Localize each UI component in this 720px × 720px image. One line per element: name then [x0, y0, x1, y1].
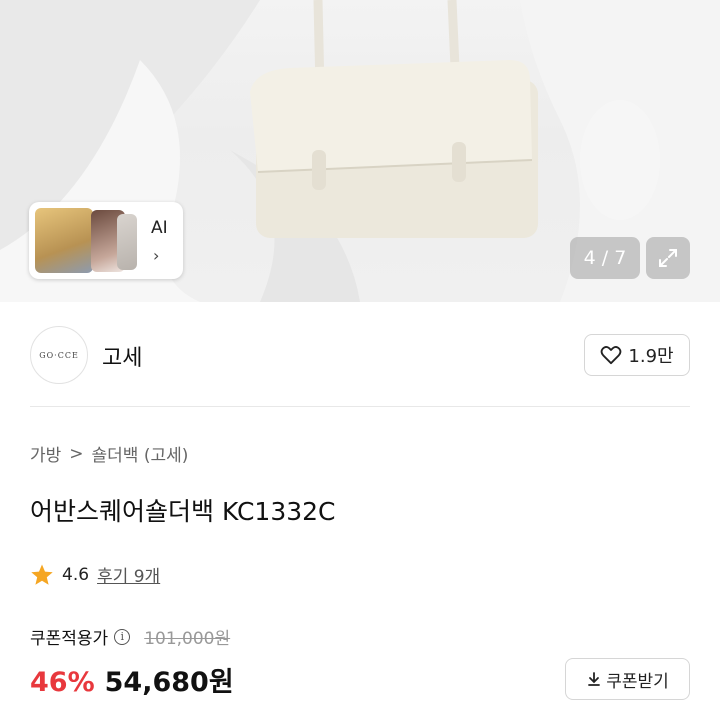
image-counter: 4 / 7: [570, 237, 640, 279]
brand-logo[interactable]: GO·CCE: [30, 326, 88, 384]
star-icon: [31, 564, 53, 585]
discount-rate: 46%: [30, 667, 95, 698]
coupon-button-label: 쿠폰받기: [606, 671, 669, 692]
coupon-price-row: 쿠폰적용가 i 101,000원: [30, 624, 230, 649]
review-count-link[interactable]: 후기 9개: [97, 562, 160, 587]
download-coupon-button[interactable]: 쿠폰받기: [565, 658, 690, 700]
product-title: 어반스퀘어숄더백 KC1332C: [30, 497, 336, 526]
like-button[interactable]: 1.9만: [584, 334, 690, 376]
expand-button[interactable]: [646, 237, 690, 279]
coupon-price-label: 쿠폰적용가: [30, 629, 109, 649]
rating-row: 4.6 후기 9개: [30, 562, 160, 587]
download-icon: [588, 672, 601, 686]
breadcrumb: 가방 > 숄더백 (고세): [30, 441, 189, 467]
ai-styling-card[interactable]: AI ›: [29, 202, 183, 279]
expand-icon: [659, 249, 677, 267]
like-count: 1.9만: [628, 346, 674, 367]
info-icon[interactable]: i: [114, 628, 131, 645]
breadcrumb-subcategory[interactable]: 숄더백 (고세): [92, 441, 189, 466]
styling-thumbnail: [35, 208, 93, 273]
product-image-gallery[interactable]: AI › 4 / 7: [0, 0, 720, 302]
original-price: 101,000원: [144, 629, 231, 649]
ai-label: AI: [151, 218, 168, 238]
breadcrumb-separator: >: [69, 443, 84, 464]
styling-thumbnail: [117, 214, 137, 270]
heart-icon: [601, 346, 622, 365]
rating-score: 4.6: [62, 564, 90, 585]
sale-price: 54,680원: [104, 667, 234, 698]
price-row: 46% 54,680원: [30, 660, 234, 699]
divider: [30, 406, 690, 407]
brand-name[interactable]: 고세: [102, 340, 142, 372]
chevron-right-icon: ›: [153, 246, 160, 265]
breadcrumb-category[interactable]: 가방: [30, 441, 61, 466]
